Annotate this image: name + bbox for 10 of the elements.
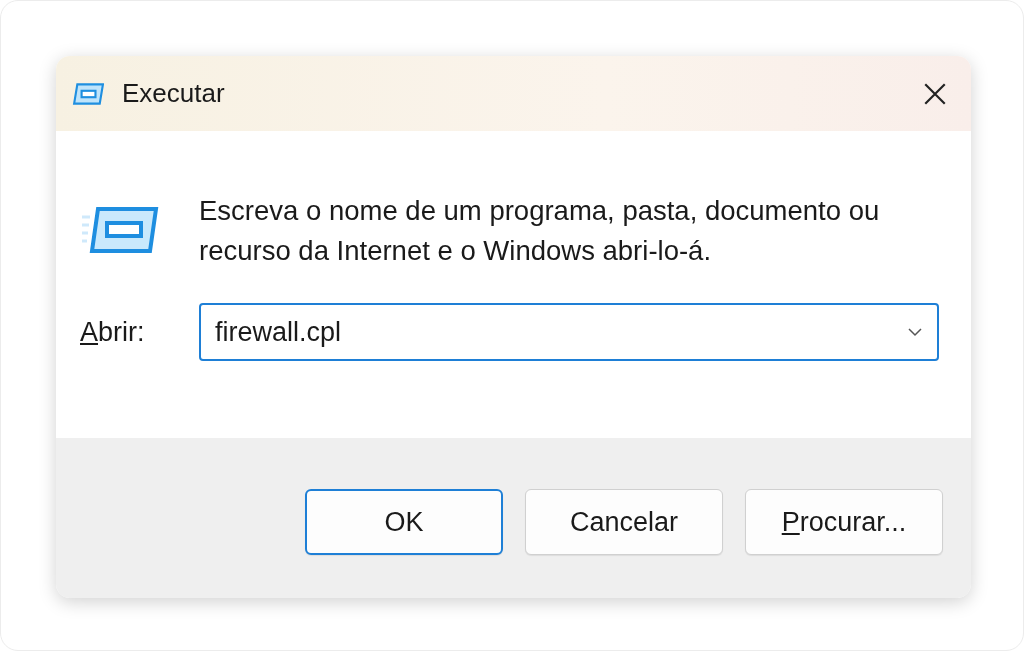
instruction-text: Escreva o nome de um programa, pasta, documento ou recurso da Internet e o Windows abri-lo-á. (199, 194, 881, 268)
caret-icon (907, 327, 923, 337)
window-title: Executar (122, 78, 226, 109)
dialog-button[interactable]: Cancelar (525, 489, 723, 555)
dialog-button[interactable]: OK (305, 489, 503, 555)
run-icon (80, 205, 160, 255)
run-icon (72, 81, 104, 106)
open-combo-box[interactable]: firewall.cpl (199, 303, 939, 361)
open-label: Abrir: (80, 316, 146, 348)
dialog-button[interactable]: Procurar... (745, 489, 943, 555)
